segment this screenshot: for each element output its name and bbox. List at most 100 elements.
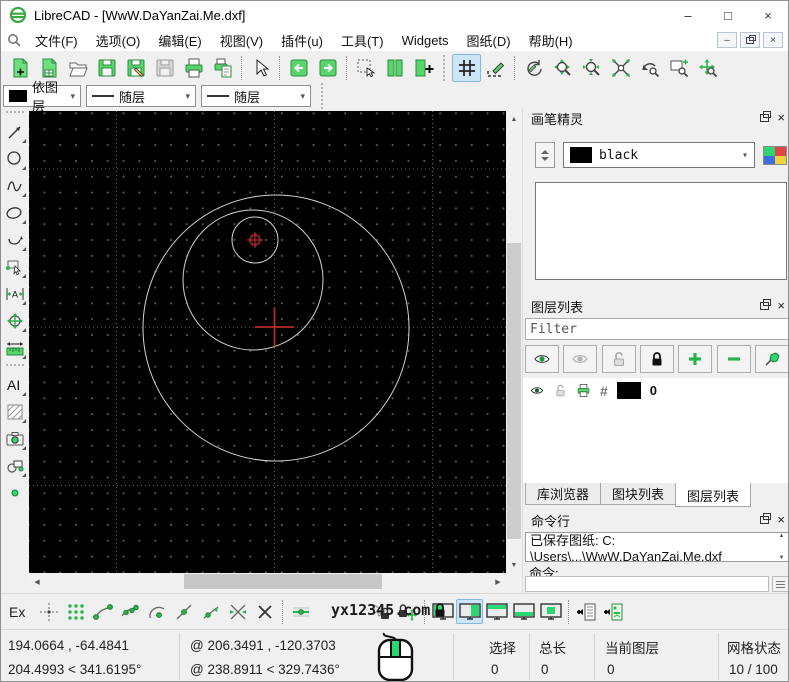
width-select[interactable]: 随层 ▾ <box>86 85 196 107</box>
measure-tool-button[interactable] <box>2 334 28 361</box>
menu-drawings[interactable]: 图纸(D) <box>458 31 520 50</box>
zoom-auto-button[interactable] <box>606 54 635 82</box>
toolbar-grip[interactable] <box>6 111 24 115</box>
tab-block-list[interactable]: 图块列表 <box>600 483 676 505</box>
color-palette-button[interactable] <box>763 146 787 165</box>
grid-toggle-button[interactable] <box>452 54 481 82</box>
scroll-left-icon[interactable]: ◀ <box>29 573 45 590</box>
add-command-widget-button[interactable] <box>573 599 600 624</box>
new-drawing-button[interactable] <box>5 54 34 82</box>
exclusive-snap-label[interactable]: Ex <box>9 604 25 620</box>
horizontal-scrollbar[interactable]: ◀ ▶ <box>29 573 506 590</box>
vertical-scrollbar[interactable]: ▲ ▼ <box>506 111 522 573</box>
hatch-tool-button[interactable] <box>2 398 28 425</box>
save-as-button[interactable] <box>121 54 150 82</box>
spline-tool-button[interactable] <box>2 172 28 199</box>
vertical-scrollbar-thumb[interactable] <box>507 243 521 539</box>
print-button[interactable] <box>179 54 208 82</box>
menu-options[interactable]: 选项(O) <box>87 31 150 50</box>
mdi-minimize-button[interactable]: – <box>717 32 737 48</box>
layer-row[interactable]: # 0 <box>523 378 789 403</box>
close-panel-icon[interactable]: × <box>777 515 785 525</box>
zoom-previous-button[interactable] <box>635 54 664 82</box>
snap-center-button[interactable] <box>143 599 170 624</box>
zoom-out-button[interactable] <box>577 54 606 82</box>
tab-library-browser[interactable]: 库浏览器 <box>525 483 601 505</box>
menu-widgets[interactable]: Widgets <box>393 33 458 48</box>
point-tool-button[interactable] <box>2 479 28 506</box>
float-panel-icon[interactable] <box>760 114 769 122</box>
select-all-button[interactable] <box>380 54 409 82</box>
tab-layer-list[interactable]: 图层列表 <box>675 483 751 507</box>
pen-list-box[interactable] <box>535 182 787 280</box>
layer-lock-icon[interactable] <box>554 384 567 397</box>
zoom-window-button[interactable] <box>664 54 693 82</box>
add-layer-button[interactable] <box>678 345 712 373</box>
modify-tool-button[interactable] <box>2 307 28 334</box>
command-history[interactable]: 已保存图纸: C: \Users\...\WwW.DaYanZai.Me.dxf <box>525 532 789 562</box>
edit-layer-button[interactable] <box>755 345 789 373</box>
dock-bottom-button[interactable] <box>510 599 537 624</box>
command-options-button[interactable] <box>772 576 789 592</box>
snap-on-entity-button[interactable] <box>116 599 143 624</box>
layer-filter-input[interactable] <box>525 318 789 340</box>
pen-spin-button[interactable] <box>535 142 555 168</box>
toolbar-grip[interactable] <box>443 55 447 81</box>
scroll-up-icon[interactable]: ▲ <box>779 533 785 539</box>
command-history-scrollbar[interactable]: ▲ ▼ <box>776 533 787 561</box>
command-input[interactable] <box>525 576 769 592</box>
undo-button[interactable] <box>284 54 313 82</box>
linetype-select[interactable]: 随层 ▾ <box>201 85 311 107</box>
pointer-button[interactable] <box>246 54 275 82</box>
draft-mode-button[interactable] <box>481 54 510 82</box>
menu-file[interactable]: 文件(F) <box>26 31 87 50</box>
snap-intersection-button[interactable] <box>224 599 251 624</box>
open-button[interactable] <box>63 54 92 82</box>
unlock-all-layers-button[interactable] <box>602 345 636 373</box>
ellipse-tool-button[interactable] <box>2 199 28 226</box>
circle-tool-button[interactable] <box>2 145 28 172</box>
dimension-tool-button[interactable]: A <box>2 280 28 307</box>
snap-distance-button[interactable] <box>197 599 224 624</box>
snap-free-button[interactable] <box>35 599 62 624</box>
select-tool-button[interactable] <box>2 253 28 280</box>
redraw-button[interactable] <box>519 54 548 82</box>
line-tool-button[interactable] <box>2 118 28 145</box>
block-tool-button[interactable] <box>2 452 28 479</box>
select-window-button[interactable] <box>351 54 380 82</box>
pen-color-select[interactable]: black ▾ <box>563 142 755 168</box>
menu-help[interactable]: 帮助(H) <box>520 31 582 50</box>
save-button[interactable] <box>92 54 121 82</box>
menu-edit[interactable]: 编辑(E) <box>149 31 210 50</box>
snap-middle-button[interactable] <box>170 599 197 624</box>
zoom-in-button[interactable] <box>548 54 577 82</box>
redo-button[interactable] <box>313 54 342 82</box>
menu-plugins[interactable]: 插件(u) <box>272 31 332 50</box>
close-panel-icon[interactable]: × <box>777 113 785 123</box>
show-all-layers-button[interactable] <box>525 345 559 373</box>
snap-grid-button[interactable] <box>62 599 89 624</box>
hide-all-layers-button[interactable] <box>563 345 597 373</box>
text-tool-button[interactable]: AI <box>2 371 28 398</box>
layer-print-icon[interactable] <box>576 383 591 398</box>
close-button[interactable]: × <box>748 1 788 29</box>
mdi-close-button[interactable]: × <box>763 32 783 48</box>
scroll-down-icon[interactable]: ▼ <box>506 557 522 573</box>
toolbar-grip[interactable] <box>6 364 24 368</box>
snap-endpoint-button[interactable] <box>89 599 116 624</box>
maximize-button[interactable]: □ <box>708 1 748 29</box>
add-options-widget-button[interactable] <box>600 599 627 624</box>
arc-tool-button[interactable] <box>2 226 28 253</box>
remove-layer-button[interactable] <box>717 345 751 373</box>
toolbar-grip[interactable] <box>321 83 325 109</box>
dock-top-button[interactable] <box>483 599 510 624</box>
select-add-button[interactable] <box>409 54 438 82</box>
mdi-restore-button[interactable] <box>740 32 760 48</box>
layer-construction-icon[interactable]: # <box>600 383 608 399</box>
scroll-right-icon[interactable]: ▶ <box>490 573 506 590</box>
dock-right-button[interactable] <box>456 599 483 624</box>
color-select[interactable]: 依图层 ▾ <box>3 85 81 107</box>
snap-clear-button[interactable] <box>251 599 278 624</box>
float-panel-icon[interactable] <box>760 302 769 310</box>
menu-view[interactable]: 视图(V) <box>211 31 272 50</box>
